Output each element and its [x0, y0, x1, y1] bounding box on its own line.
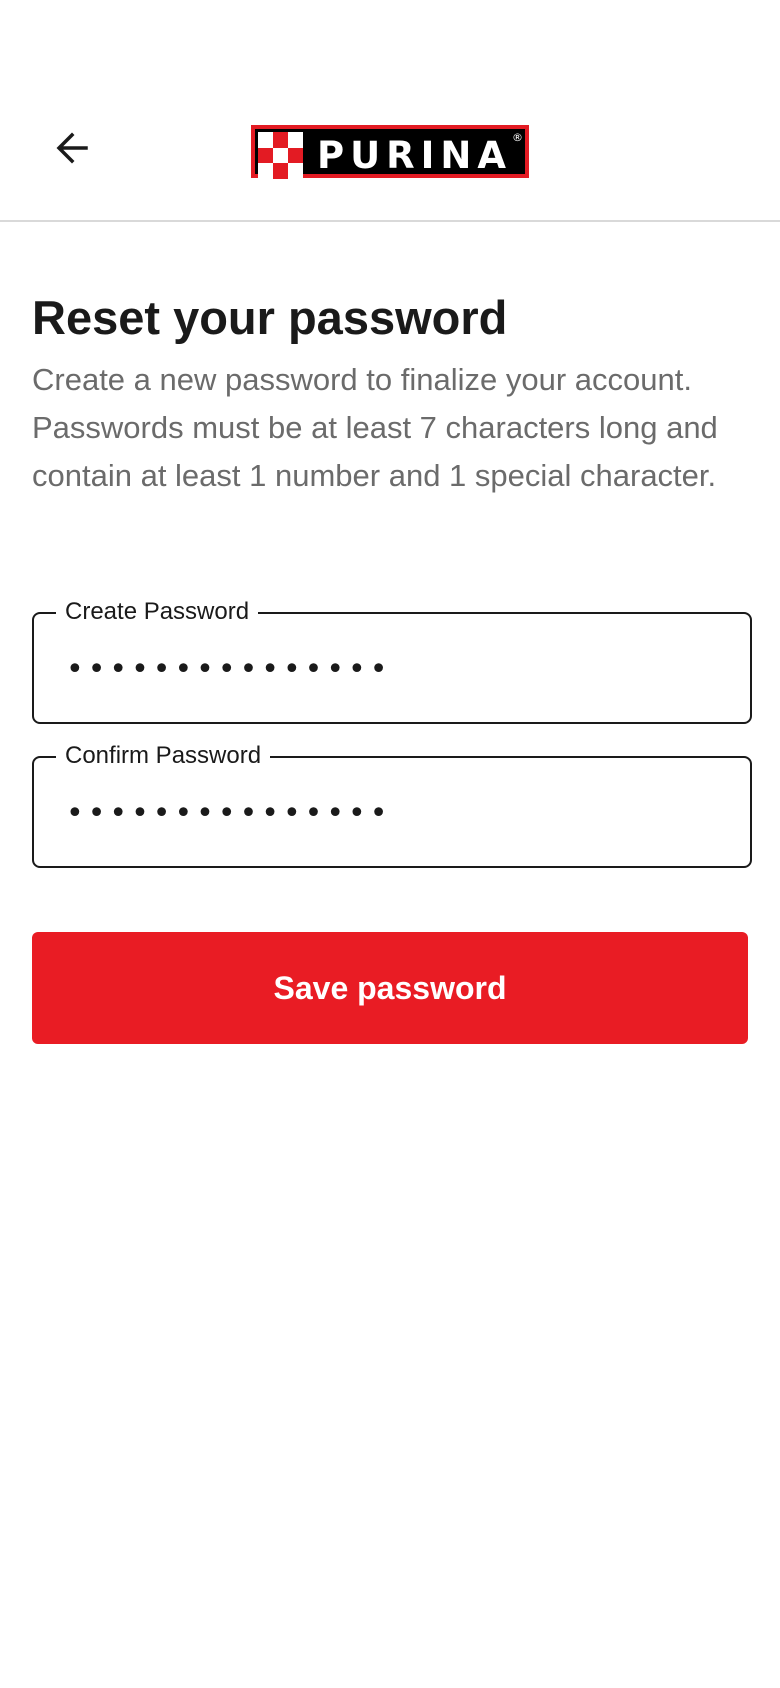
back-button[interactable] [44, 120, 100, 176]
confirm-password-field[interactable]: Confirm Password [32, 738, 752, 868]
arrow-left-icon [56, 132, 88, 164]
app-header: PURINA ® [0, 0, 780, 222]
page-description: Create a new password to finalize your a… [32, 362, 718, 493]
confirm-password-label: Confirm Password [56, 738, 271, 774]
registered-mark: ® [512, 131, 523, 144]
save-password-button[interactable]: Save password [32, 932, 748, 1044]
create-password-label: Create Password [56, 594, 259, 630]
confirm-password-input[interactable] [66, 788, 706, 838]
create-password-input[interactable] [66, 644, 706, 694]
page-title: Reset your password [32, 291, 508, 344]
purina-logo: PURINA ® [251, 125, 529, 179]
logo-text: PURINA [317, 134, 513, 177]
checkerboard-icon [258, 132, 303, 179]
create-password-field[interactable]: Create Password [32, 594, 752, 724]
